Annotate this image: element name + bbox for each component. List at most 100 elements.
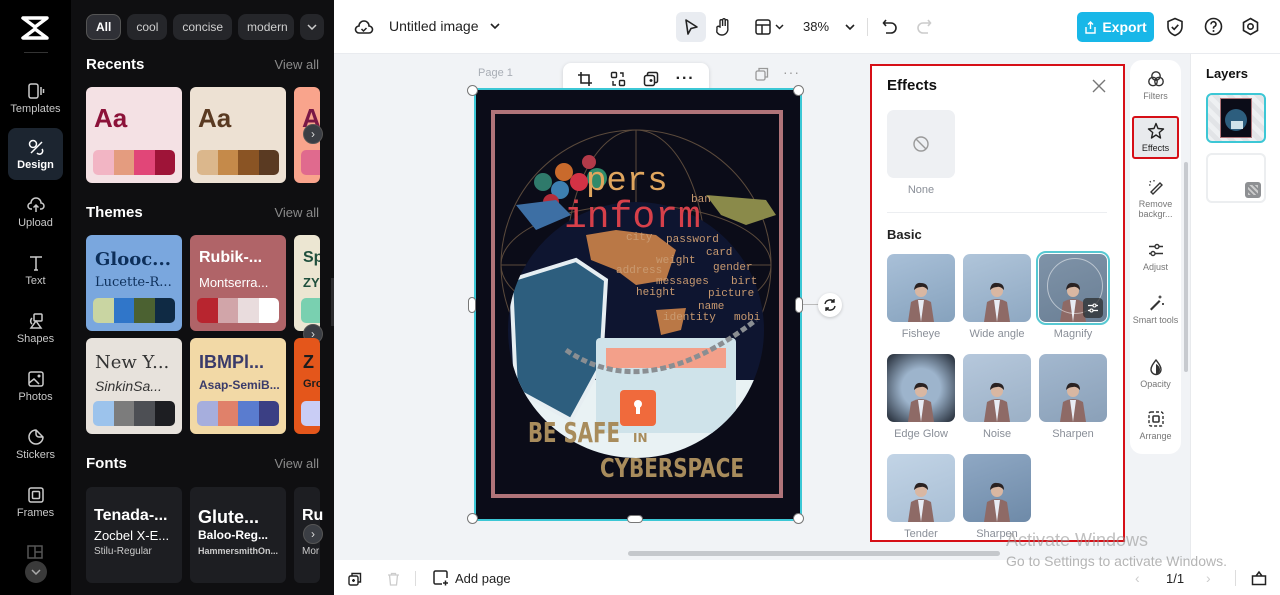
resize-handle-bottom-right[interactable] xyxy=(793,513,804,524)
page-more-icon[interactable]: ··· xyxy=(783,64,800,80)
more-options-icon[interactable]: ··· xyxy=(676,70,695,88)
cloud-saved-icon[interactable] xyxy=(354,17,374,37)
theme-card[interactable]: Rubik-... Montserra... xyxy=(190,235,286,331)
effect-tile[interactable] xyxy=(887,254,955,322)
rail-item-photos[interactable]: Photos xyxy=(8,360,63,412)
chevron-down-icon[interactable] xyxy=(490,23,500,30)
rail-item-design[interactable]: Design xyxy=(8,128,63,180)
undo-icon[interactable] xyxy=(882,18,898,35)
rotate-button[interactable] xyxy=(818,293,842,317)
fonts-next-button[interactable]: › xyxy=(303,524,323,544)
themes-view-all[interactable]: View all xyxy=(274,205,319,220)
hand-tool-button[interactable] xyxy=(714,17,734,37)
duplicate-page-icon[interactable] xyxy=(348,572,362,586)
recents-view-all[interactable]: View all xyxy=(274,57,319,72)
recent-card[interactable]: Aa xyxy=(190,87,286,183)
settings-icon[interactable] xyxy=(1241,17,1260,36)
recent-card[interactable]: Aa xyxy=(86,87,182,183)
effect-none-tile[interactable] xyxy=(887,110,955,178)
themes-row-2: New Y... SinkinSa... IBMPl... Asap-SemiB..… xyxy=(86,338,320,434)
prop-filters[interactable]: Filters xyxy=(1132,70,1179,101)
theme-card[interactable]: New Y... SinkinSa... xyxy=(86,338,182,434)
duplicate-page-icon[interactable] xyxy=(755,67,769,81)
chip-all[interactable]: All xyxy=(86,14,122,40)
rail-expand-button[interactable] xyxy=(25,561,47,583)
prop-opacity[interactable]: Opacity xyxy=(1132,358,1179,389)
layer-item-image[interactable] xyxy=(1206,93,1266,143)
next-page-button[interactable]: › xyxy=(1206,570,1211,586)
effect-tile[interactable] xyxy=(1036,251,1110,325)
resize-handle-top-right[interactable] xyxy=(793,85,804,96)
resize-handle-bottom-left[interactable] xyxy=(467,513,478,524)
layout-icon xyxy=(27,545,43,559)
close-icon[interactable] xyxy=(1091,78,1107,94)
fonts-view-all[interactable]: View all xyxy=(274,456,319,471)
select-tool-button[interactable] xyxy=(676,12,706,42)
replace-icon[interactable] xyxy=(610,71,626,87)
theme-card[interactable]: Sp ZY xyxy=(294,235,320,331)
color-swatch xyxy=(217,401,238,426)
rail-item-upload[interactable]: Upload xyxy=(8,186,63,238)
chip-concise[interactable]: concise xyxy=(173,14,233,40)
export-button[interactable]: Export xyxy=(1077,12,1154,42)
theme-card[interactable]: IBMPl... Asap-SemiB... xyxy=(190,338,286,434)
theme-card[interactable]: Z Gro xyxy=(294,338,320,434)
shield-check-icon[interactable] xyxy=(1166,17,1184,37)
prop-effects[interactable]: Effects xyxy=(1132,116,1179,159)
color-swatches xyxy=(197,150,279,175)
chip-modern[interactable]: modern xyxy=(238,14,295,40)
prop-smart-tools[interactable]: Smart tools xyxy=(1132,294,1179,325)
resize-handle-left[interactable] xyxy=(468,297,476,313)
fullscreen-icon[interactable] xyxy=(1251,570,1267,586)
prev-page-button[interactable]: ‹ xyxy=(1135,570,1140,586)
chevron-down-icon xyxy=(774,24,784,30)
shapes-icon xyxy=(29,312,43,329)
effect-preview-image xyxy=(1060,382,1086,422)
rail-item-frames[interactable]: Frames xyxy=(8,476,63,528)
layout-icon xyxy=(754,19,771,35)
effect-adjust-button[interactable] xyxy=(1083,298,1103,318)
document-title[interactable]: Untitled image xyxy=(389,18,479,34)
upload-icon xyxy=(26,196,45,212)
effect-tile[interactable] xyxy=(1039,354,1107,422)
prop-adjust[interactable]: Adjust xyxy=(1132,241,1179,272)
effect-tile[interactable] xyxy=(963,454,1031,522)
poster-image[interactable]: pers inform city password card weight gende… xyxy=(474,88,802,521)
layout-dropdown[interactable] xyxy=(752,17,786,37)
color-swatches xyxy=(301,150,320,175)
prop-arrange[interactable]: Arrange xyxy=(1132,410,1179,441)
resize-handle-right[interactable] xyxy=(795,297,803,313)
font-card[interactable]: Tenada-... Zocbel X-E... Stilu-Regular xyxy=(86,487,182,583)
color-swatch xyxy=(93,150,114,175)
capcut-logo-icon[interactable] xyxy=(20,14,50,42)
resize-handle-top-left[interactable] xyxy=(467,85,478,96)
add-page-button[interactable]: Add page xyxy=(433,570,511,586)
duplicate-icon[interactable] xyxy=(643,71,659,87)
effect-tile[interactable] xyxy=(887,454,955,522)
recents-next-button[interactable]: › xyxy=(303,124,323,144)
help-icon[interactable] xyxy=(1204,17,1223,36)
delete-page-icon[interactable] xyxy=(387,572,400,586)
font-card[interactable]: Glute... Baloo-Reg... HammersmithOn... xyxy=(190,487,286,583)
theme-card[interactable]: Glooc... Lucette-R... xyxy=(86,235,182,331)
color-swatch xyxy=(93,298,114,323)
property-rail-scrollbar[interactable] xyxy=(1184,162,1188,372)
effect-tile[interactable] xyxy=(963,254,1031,322)
effect-label: Noise xyxy=(982,428,1012,440)
effect-tile[interactable] xyxy=(963,354,1031,422)
chips-more-button[interactable] xyxy=(300,14,325,40)
resize-handle-bottom[interactable] xyxy=(627,515,643,523)
layer-item-background[interactable] xyxy=(1206,153,1266,203)
rail-item-templates[interactable]: Templates xyxy=(8,72,63,124)
chip-cool[interactable]: cool xyxy=(127,14,168,40)
crop-icon[interactable] xyxy=(577,71,593,87)
rail-item-shapes[interactable]: Shapes xyxy=(8,302,63,354)
rail-item-text[interactable]: Text xyxy=(8,244,63,296)
zoom-level[interactable]: 38% xyxy=(803,19,829,34)
prop-remove-background[interactable]: Remove backgr... xyxy=(1132,178,1179,219)
rail-item-stickers[interactable]: Stickers xyxy=(8,418,63,470)
redo-icon[interactable] xyxy=(916,18,932,35)
chevron-down-icon[interactable] xyxy=(845,24,855,31)
horizontal-scrollbar[interactable] xyxy=(628,551,1000,556)
effect-tile[interactable] xyxy=(887,354,955,422)
